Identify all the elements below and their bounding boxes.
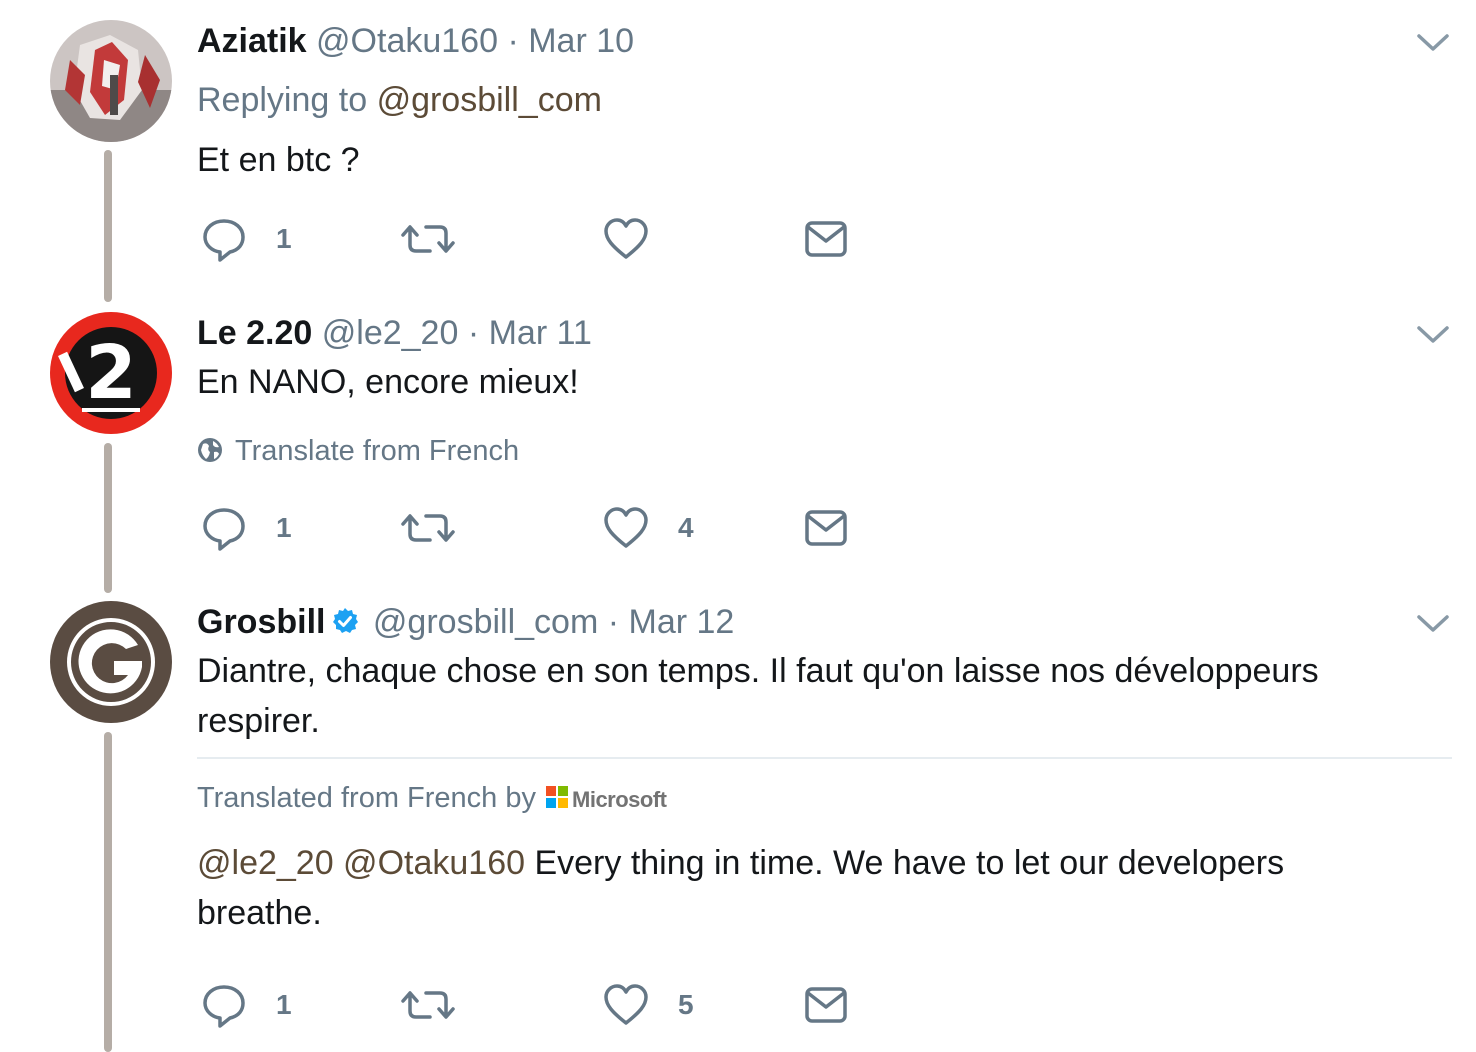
display-name[interactable]: Aziatik — [197, 22, 307, 60]
translated-by: Translated from French by Microsoft — [197, 780, 667, 818]
retweet-button[interactable] — [400, 215, 456, 263]
reply-button[interactable]: 1 — [200, 215, 292, 263]
thread-line — [104, 150, 112, 302]
tweet-header: Grosbill @grosbill_com · Mar 12 — [197, 602, 734, 642]
display-name[interactable]: Grosbill — [197, 603, 325, 641]
thread-line — [104, 732, 112, 1052]
tweet-text: Et en btc ? — [197, 141, 360, 179]
like-count: 5 — [678, 989, 694, 1020]
avatar[interactable] — [50, 20, 172, 142]
like-button[interactable]: 5 — [602, 981, 694, 1029]
replying-to: Replying to @grosbill_com — [197, 80, 602, 120]
reply-count: 1 — [276, 512, 292, 543]
like-button[interactable] — [602, 215, 678, 263]
direct-message-button[interactable] — [802, 215, 850, 263]
replying-prefix: Replying to — [197, 81, 368, 119]
tweet-text: En NANO, encore mieux! — [197, 363, 579, 401]
like-count: 4 — [678, 512, 694, 543]
timestamp[interactable]: · Mar 12 — [608, 603, 735, 641]
divider — [197, 757, 1452, 759]
mention-link[interactable]: @grosbill_com — [377, 81, 602, 119]
direct-message-button[interactable] — [802, 504, 850, 552]
tweet-actions: 1 5 — [200, 981, 860, 1029]
tweet-actions: 1 4 — [200, 504, 860, 552]
avatar[interactable]: 2 — [50, 312, 172, 434]
translated-by-label: Translated from French by — [197, 782, 536, 814]
translate-label[interactable]: Translate from French — [235, 435, 519, 467]
tweet-actions: 1 — [200, 215, 860, 263]
reply-count: 1 — [276, 223, 292, 254]
timestamp[interactable]: · Mar 11 — [468, 314, 592, 352]
display-name[interactable]: Le 2.20 — [197, 314, 312, 352]
translate-link[interactable]: Translate from French — [197, 433, 519, 469]
like-button[interactable]: 4 — [602, 504, 694, 552]
svg-text:2: 2 — [85, 330, 137, 416]
chevron-down-icon[interactable] — [1416, 613, 1450, 633]
tweet-header: Aziatik @Otaku160 · Mar 10 — [197, 21, 634, 61]
envelope-icon — [802, 215, 850, 263]
translation-text: @le2_20 @Otaku160 Every thing in time. W… — [197, 838, 1417, 938]
retweet-button[interactable] — [400, 981, 456, 1029]
handle[interactable]: @Otaku160 — [316, 22, 498, 60]
retweet-button[interactable] — [400, 504, 456, 552]
globe-icon — [198, 438, 222, 463]
speech-bubble-icon — [200, 215, 248, 263]
heart-icon — [602, 215, 650, 263]
reply-button[interactable]: 1 — [200, 504, 292, 552]
thread-line — [104, 443, 112, 593]
reply-button[interactable]: 1 — [200, 981, 292, 1029]
heart-icon — [602, 504, 650, 552]
microsoft-logo-icon — [546, 786, 568, 809]
chevron-down-icon[interactable] — [1416, 324, 1450, 344]
handle[interactable]: @le2_20 — [322, 314, 459, 352]
chevron-down-icon[interactable] — [1416, 32, 1450, 52]
translator-name: Microsoft — [572, 787, 667, 812]
retweet-icon — [400, 504, 456, 552]
retweet-icon — [400, 981, 456, 1029]
tweet-text: Diantre, chaque chose en son temps. Il f… — [197, 652, 1319, 740]
speech-bubble-icon — [200, 981, 248, 1029]
tweet-header: Le 2.20 @le2_20 · Mar 11 — [197, 313, 592, 353]
avatar[interactable] — [50, 601, 172, 723]
handle[interactable]: @grosbill_com — [373, 603, 598, 641]
envelope-icon — [802, 981, 850, 1029]
retweet-icon — [400, 215, 456, 263]
speech-bubble-icon — [200, 504, 248, 552]
direct-message-button[interactable] — [802, 981, 850, 1029]
envelope-icon — [802, 504, 850, 552]
reply-count: 1 — [276, 989, 292, 1020]
mention-links[interactable]: @le2_20 @Otaku160 — [197, 844, 525, 882]
timestamp[interactable]: · Mar 10 — [507, 22, 634, 60]
heart-icon — [602, 981, 650, 1029]
verified-badge-icon — [333, 608, 359, 634]
